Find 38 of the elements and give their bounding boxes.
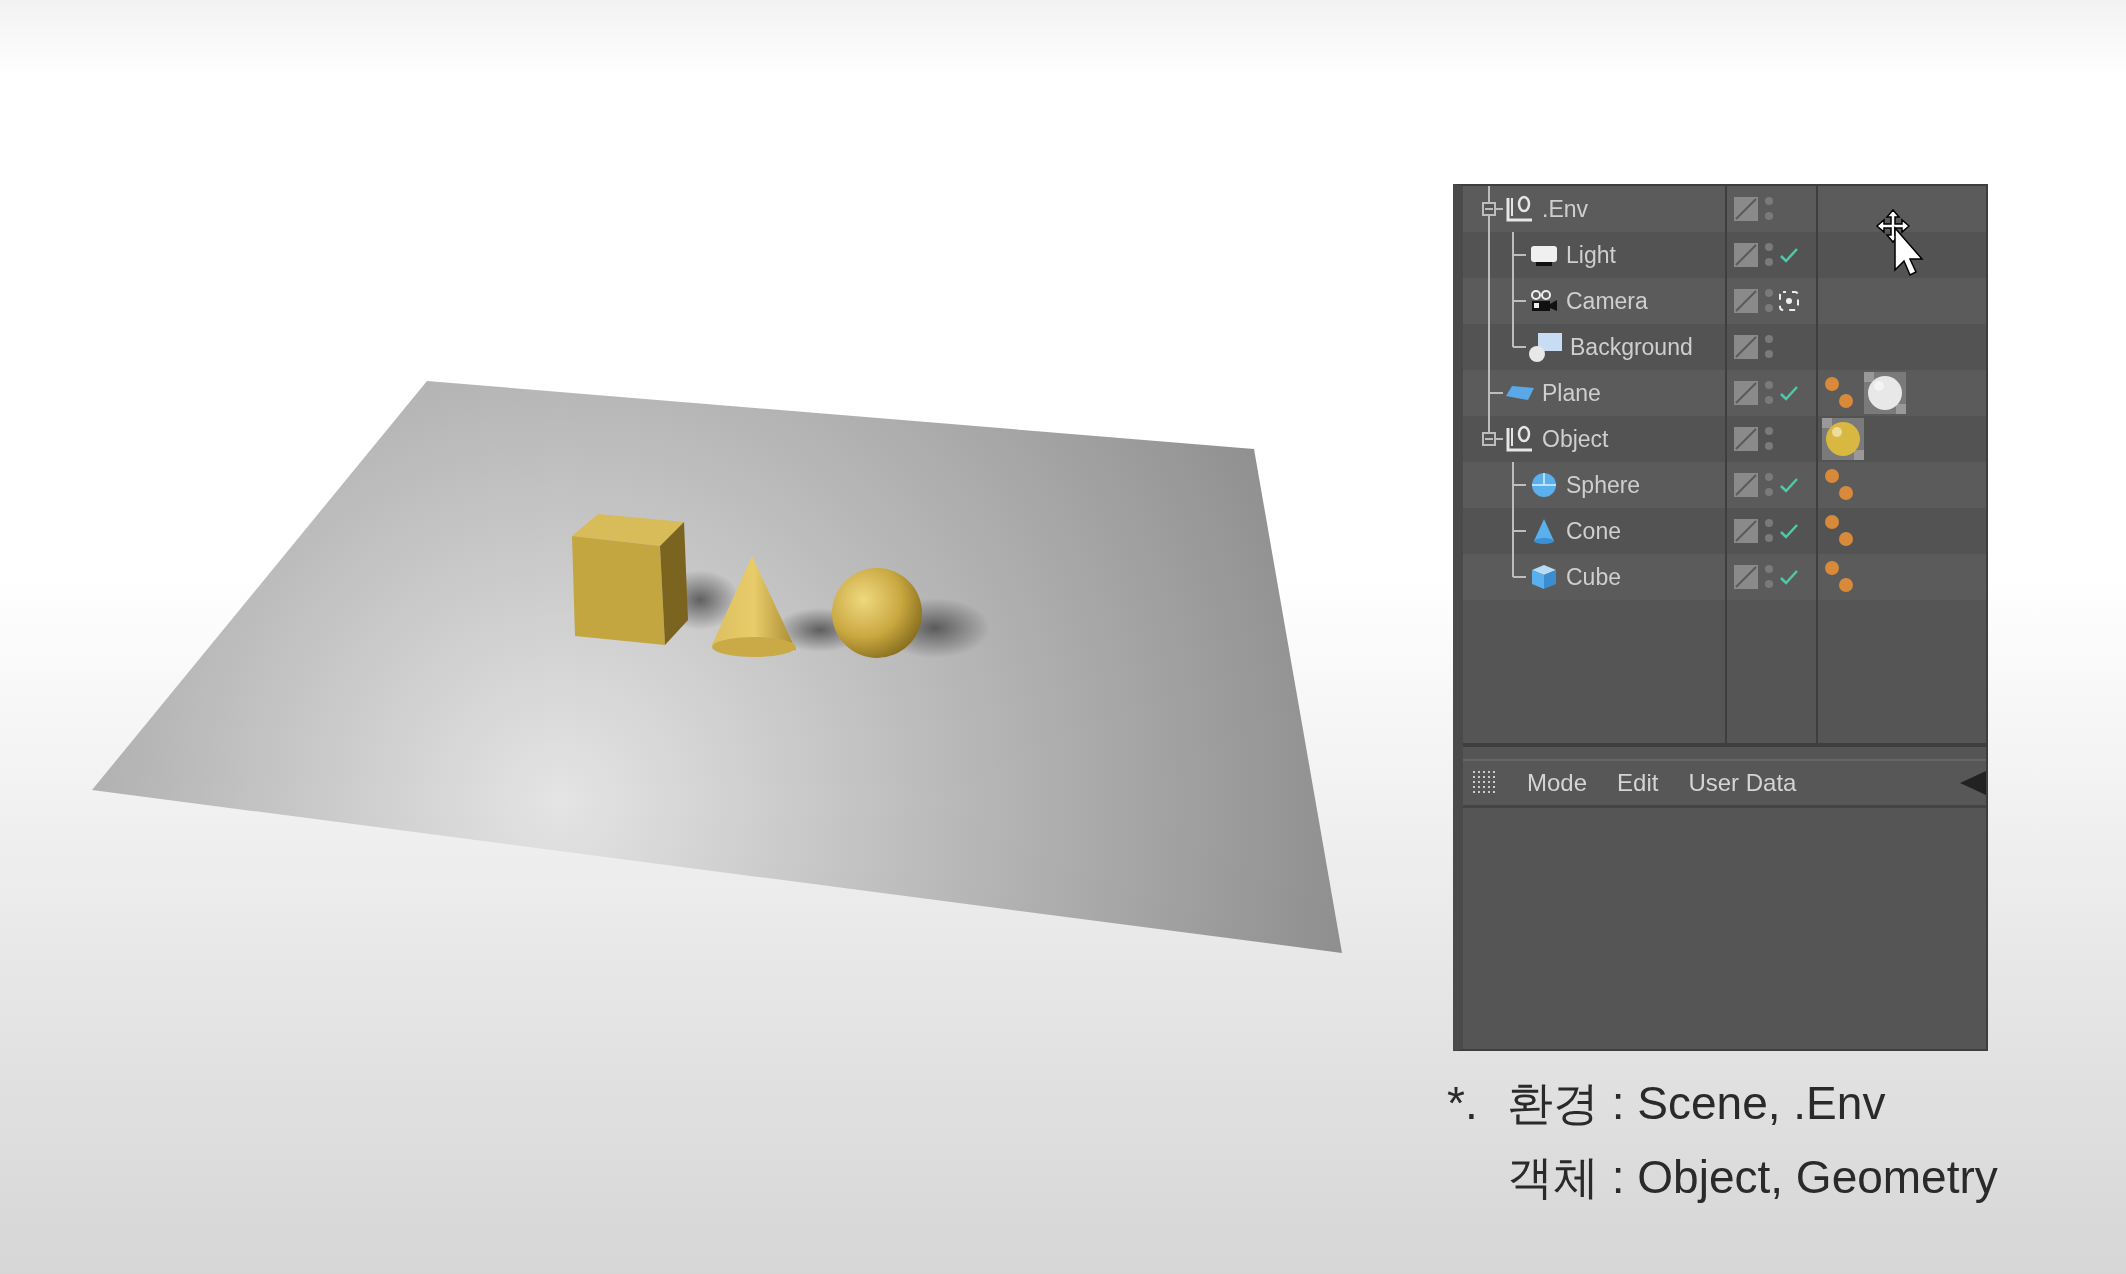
object-name[interactable]: Cube <box>1566 563 1621 591</box>
collapse-arrow-icon[interactable] <box>1960 771 1986 795</box>
object-name[interactable]: Light <box>1566 241 1616 269</box>
background-icon <box>1528 331 1564 363</box>
menu-item[interactable]: Mode <box>1527 769 1588 797</box>
checkmark-icon[interactable] <box>1779 384 1799 402</box>
object-name[interactable]: Plane <box>1542 379 1601 407</box>
layer-swatch-icon[interactable] <box>1733 380 1759 406</box>
note-text: 객체 : Object, Geometry <box>1507 1150 1999 1205</box>
checkmark-icon[interactable] <box>1779 568 1799 586</box>
tree-connector-line <box>1512 462 1526 508</box>
tree-connector-line <box>1488 278 1526 324</box>
object-name[interactable]: Sphere <box>1566 471 1641 499</box>
checkmark-icon[interactable] <box>1779 522 1799 540</box>
bullet-marker: *. <box>1447 1076 1479 1131</box>
layer-swatch-icon[interactable] <box>1733 334 1759 360</box>
object-name[interactable]: .Env <box>1542 195 1589 223</box>
checkmark-icon[interactable] <box>1779 476 1799 494</box>
layer-swatch-icon[interactable] <box>1733 196 1759 222</box>
layer-swatch-icon[interactable] <box>1733 518 1759 544</box>
expand-toggle[interactable] <box>1482 432 1496 446</box>
layer-swatch-icon[interactable] <box>1733 564 1759 590</box>
checkmark-icon[interactable] <box>1779 246 1799 264</box>
expand-toggle[interactable] <box>1482 202 1496 216</box>
layer-swatch-icon[interactable] <box>1733 472 1759 498</box>
layer-swatch-icon[interactable] <box>1733 242 1759 268</box>
grip-icon[interactable] <box>1473 771 1497 795</box>
menu-item[interactable]: User Data <box>1688 769 1797 797</box>
layer-swatch-icon[interactable] <box>1733 288 1759 314</box>
note-text: 환경 : Scene, .Env <box>1507 1076 1887 1131</box>
layer-swatch-icon[interactable] <box>1733 426 1759 452</box>
object-name[interactable]: Object <box>1542 425 1609 453</box>
target-icon[interactable] <box>1779 291 1799 311</box>
object-name[interactable]: Background <box>1570 333 1693 361</box>
menu-item[interactable]: Edit <box>1617 769 1659 797</box>
object-name[interactable]: Cone <box>1566 517 1621 545</box>
object-row[interactable]: .Env <box>1463 186 1986 232</box>
object-name[interactable]: Camera <box>1566 287 1648 315</box>
